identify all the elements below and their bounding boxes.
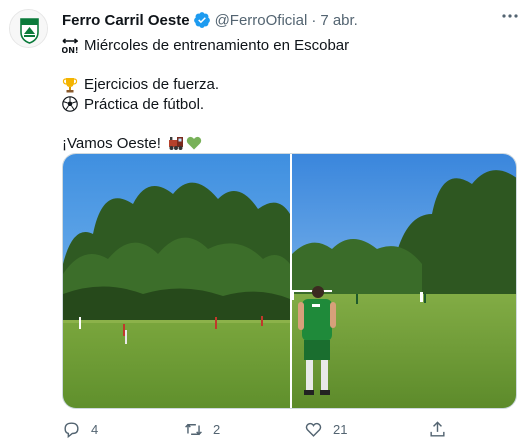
training-field-player-image [292, 154, 516, 408]
tweet-card[interactable]: Ferro Carril Oeste @FerroOficial · 7 abr… [0, 0, 524, 448]
heart-icon [305, 422, 322, 437]
green-heart-emoji-icon [186, 137, 202, 150]
trophy-emoji-icon [62, 77, 78, 93]
tweet-line-1: ON! Miércoles de entrenamiento en Escoba… [62, 36, 518, 56]
training-field-wide-image [63, 154, 290, 408]
author-name[interactable]: Ferro Carril Oeste [62, 12, 190, 29]
tweet-timestamp[interactable]: 7 abr. [320, 12, 358, 29]
avatar[interactable] [9, 9, 48, 48]
retweet-count: 2 [213, 422, 221, 437]
author-handle[interactable]: @FerroOficial [215, 12, 308, 29]
locomotive-emoji-icon [168, 137, 183, 151]
reply-count: 4 [91, 422, 99, 437]
reply-icon [64, 422, 79, 439]
share-button[interactable] [428, 420, 457, 439]
on-arrow-emoji-icon: ON! [62, 38, 78, 54]
tweet-line-1-text: Miércoles de entrenamiento en Escobar [84, 37, 350, 54]
reply-button[interactable]: 4 [62, 420, 98, 439]
share-icon [430, 421, 445, 437]
tweet-line-4-text: ¡Vamos Oeste! [62, 134, 161, 152]
ferro-crest-icon [10, 10, 47, 47]
like-count: 21 [333, 422, 348, 437]
tweet-line-2: Ejercicios de fuerza. [62, 75, 518, 95]
tweet-header: Ferro Carril Oeste @FerroOficial · 7 abr… [62, 10, 518, 30]
like-button[interactable]: 21 [304, 420, 347, 439]
svg-text:ON!: ON! [62, 46, 78, 54]
more-options-icon[interactable] [500, 6, 520, 26]
retweet-button[interactable]: 2 [184, 420, 220, 439]
tweet-line-3-text: Práctica de fútbol. [84, 95, 205, 113]
tweet-line-3: Práctica de fútbol. [62, 95, 518, 115]
media-photo-2[interactable] [292, 154, 516, 408]
tweet-line-2-text: Ejercicios de fuerza. [84, 76, 220, 93]
retweet-icon [185, 423, 202, 436]
tweet-text: ON! Miércoles de entrenamiento en Escoba… [62, 36, 518, 153]
tweet-actions: 4 2 21 [62, 420, 502, 440]
soccer-ball-emoji-icon [62, 96, 78, 113]
verified-badge-icon [193, 12, 210, 28]
media-grid [62, 153, 517, 409]
separator-dot: · [311, 11, 317, 29]
tweet-line-4: ¡Vamos Oeste! [62, 134, 518, 154]
media-photo-1[interactable] [63, 154, 290, 408]
